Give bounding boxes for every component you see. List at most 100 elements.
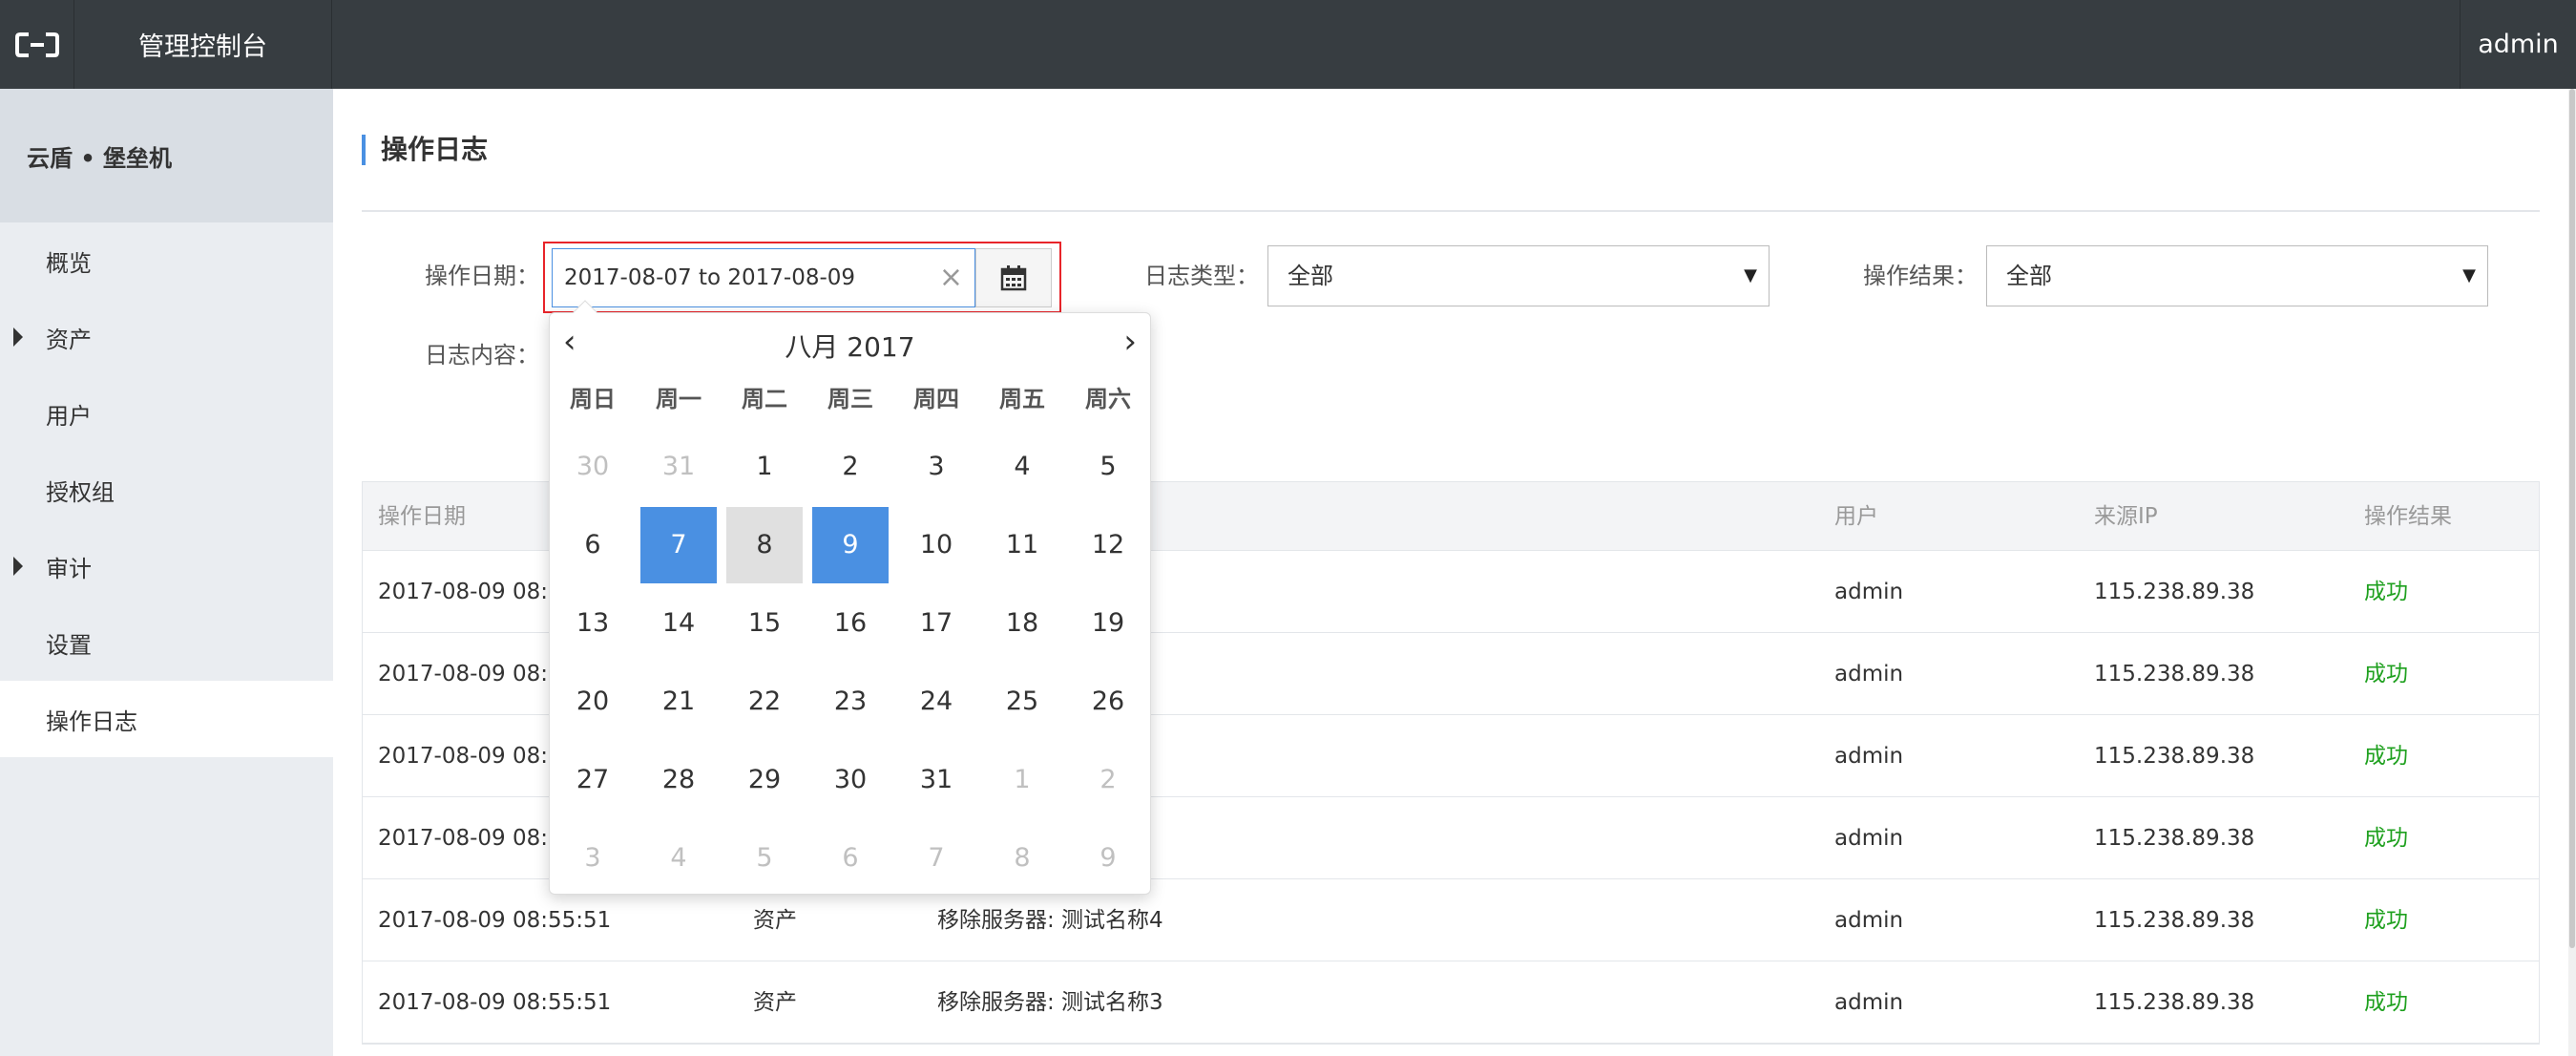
log-type-select[interactable]: 全部 ▼ bbox=[1267, 245, 1770, 306]
calendar-day[interactable]: 6 bbox=[812, 820, 889, 897]
calendar-day[interactable]: 23 bbox=[812, 664, 889, 740]
date-range-value: 2017-08-07 to 2017-08-09 bbox=[564, 265, 856, 290]
sidebar-item[interactable]: 授权组 bbox=[0, 452, 333, 528]
date-filter-label: 操作日期： bbox=[425, 263, 539, 289]
calendar-header: ‹ 八月 2017 › bbox=[550, 313, 1150, 370]
result-value: 全部 bbox=[2006, 263, 2052, 289]
cell-user: admin bbox=[1834, 990, 1904, 1015]
cell-date: 2017-08-09 08:5 bbox=[378, 744, 562, 769]
calendar-day[interactable]: 9 bbox=[812, 507, 889, 583]
calendar-day[interactable]: 18 bbox=[984, 585, 1060, 662]
cell-date: 2017-08-09 08:5 bbox=[378, 826, 562, 851]
sidebar-item[interactable]: 资产 bbox=[0, 299, 333, 375]
dropdown-arrow-icon: ▼ bbox=[1744, 265, 1757, 285]
calendar-day[interactable]: 7 bbox=[640, 507, 717, 583]
cell-user: admin bbox=[1834, 744, 1904, 769]
calendar-day[interactable]: 16 bbox=[812, 585, 889, 662]
dropdown-arrow-icon: ▼ bbox=[2462, 265, 2476, 285]
calendar-day[interactable]: 1 bbox=[726, 429, 803, 505]
top-bar: 管理控制台 admin bbox=[0, 0, 2576, 89]
sidebar-item[interactable]: 设置 bbox=[0, 604, 333, 681]
sidebar-item[interactable]: 审计 bbox=[0, 528, 333, 604]
calendar-day[interactable]: 20 bbox=[555, 664, 631, 740]
sidebar-item-label: 授权组 bbox=[46, 478, 115, 506]
col-result: 操作结果 bbox=[2364, 504, 2452, 529]
weekday-label: 周四 bbox=[913, 386, 959, 412]
calendar-day[interactable]: 26 bbox=[1070, 664, 1146, 740]
calendar-day[interactable]: 3 bbox=[555, 820, 631, 897]
calendar-day[interactable]: 19 bbox=[1070, 585, 1146, 662]
calendar-icon bbox=[1000, 265, 1027, 291]
sidebar-item-label: 概览 bbox=[46, 249, 92, 277]
cell-user: admin bbox=[1834, 580, 1904, 604]
cell-user: admin bbox=[1834, 826, 1904, 851]
cell-ip: 115.238.89.38 bbox=[2094, 580, 2255, 604]
calendar-day[interactable]: 4 bbox=[984, 429, 1060, 505]
sidebar-item[interactable]: 操作日志 bbox=[0, 681, 333, 757]
calendar-button[interactable] bbox=[975, 248, 1052, 307]
cell-result: 成功 bbox=[2364, 662, 2408, 686]
calendar-day[interactable]: 1 bbox=[984, 742, 1060, 818]
calendar-day[interactable]: 17 bbox=[898, 585, 974, 662]
calendar-day[interactable]: 15 bbox=[726, 585, 803, 662]
calendar-day[interactable]: 8 bbox=[984, 820, 1060, 897]
cell-date: 2017-08-09 08:5 bbox=[378, 580, 562, 604]
calendar-day[interactable]: 21 bbox=[640, 664, 717, 740]
clear-icon[interactable]: × bbox=[939, 249, 963, 306]
cell-date: 2017-08-09 08:55:51 bbox=[378, 990, 612, 1015]
calendar-day[interactable]: 28 bbox=[640, 742, 717, 818]
calendar-day[interactable]: 5 bbox=[1070, 429, 1146, 505]
sidebar: 云盾 • 堡垒机 概览资产用户授权组审计 设置 操作日志 bbox=[0, 89, 333, 1056]
weekday-row: 周日 周一 周二 周三 周四 周五 周六 bbox=[550, 380, 1150, 418]
sidebar-item-label: 资产 bbox=[46, 326, 92, 353]
cell-ip: 115.238.89.38 bbox=[2094, 826, 2255, 851]
calendar-day[interactable]: 12 bbox=[1070, 507, 1146, 583]
calendar-day[interactable]: 2 bbox=[812, 429, 889, 505]
sidebar-item[interactable]: 用户 bbox=[0, 375, 333, 452]
date-range-input[interactable]: 2017-08-07 to 2017-08-09 × bbox=[552, 248, 975, 307]
content-filter-label: 日志内容： bbox=[425, 342, 539, 369]
sidebar-brand: 云盾 • 堡垒机 bbox=[0, 89, 333, 222]
calendar-day[interactable]: 24 bbox=[898, 664, 974, 740]
calendar-day[interactable]: 6 bbox=[555, 507, 631, 583]
calendar-day[interactable]: 31 bbox=[898, 742, 974, 818]
date-range-picker: 2017-08-07 to 2017-08-09 × bbox=[543, 242, 1061, 313]
next-month-icon[interactable]: › bbox=[1123, 323, 1137, 361]
calendar-day[interactable]: 14 bbox=[640, 585, 717, 662]
calendar-day[interactable]: 25 bbox=[984, 664, 1060, 740]
calendar-day[interactable]: 2 bbox=[1070, 742, 1146, 818]
calendar-day[interactable]: 29 bbox=[726, 742, 803, 818]
cell-type: 资产 bbox=[753, 990, 797, 1015]
calendar-day[interactable]: 11 bbox=[984, 507, 1060, 583]
calendar-day[interactable]: 30 bbox=[812, 742, 889, 818]
calendar-day[interactable]: 30 bbox=[555, 429, 631, 505]
cell-result: 成功 bbox=[2364, 744, 2408, 769]
caret-right-icon bbox=[13, 557, 23, 576]
calendar-day[interactable]: 5 bbox=[726, 820, 803, 897]
calendar-day[interactable]: 9 bbox=[1070, 820, 1146, 897]
cell-user: admin bbox=[1834, 662, 1904, 686]
calendar-day[interactable]: 7 bbox=[898, 820, 974, 897]
console-title[interactable]: 管理控制台 bbox=[74, 0, 332, 89]
calendar-day[interactable]: 22 bbox=[726, 664, 803, 740]
result-select[interactable]: 全部 ▼ bbox=[1986, 245, 2488, 306]
table-row[interactable]: 2017-08-09 08:55:51 资产 移除服务器: 测试名称3 admin 11… bbox=[363, 961, 2539, 1044]
scrollbar-thumb[interactable] bbox=[2569, 89, 2575, 948]
calendar-day[interactable]: 27 bbox=[555, 742, 631, 818]
cell-ip: 115.238.89.38 bbox=[2094, 990, 2255, 1015]
calendar-day[interactable]: 3 bbox=[898, 429, 974, 505]
page-scrollbar[interactable] bbox=[2568, 89, 2576, 1056]
user-menu[interactable]: admin bbox=[2460, 0, 2576, 89]
calendar-day[interactable]: 8 bbox=[726, 507, 803, 583]
calendar-day[interactable]: 10 bbox=[898, 507, 974, 583]
cell-ip: 115.238.89.38 bbox=[2094, 744, 2255, 769]
logo[interactable] bbox=[0, 0, 74, 89]
calendar-day[interactable]: 4 bbox=[640, 820, 717, 897]
weekday-label: 周二 bbox=[742, 386, 787, 412]
sidebar-item[interactable]: 概览 bbox=[0, 222, 333, 299]
calendar-day[interactable]: 31 bbox=[640, 429, 717, 505]
col-ip: 来源IP bbox=[2094, 504, 2158, 529]
col-date: 操作日期 bbox=[378, 504, 466, 529]
weekday-label: 周一 bbox=[656, 386, 702, 412]
calendar-day[interactable]: 13 bbox=[555, 585, 631, 662]
